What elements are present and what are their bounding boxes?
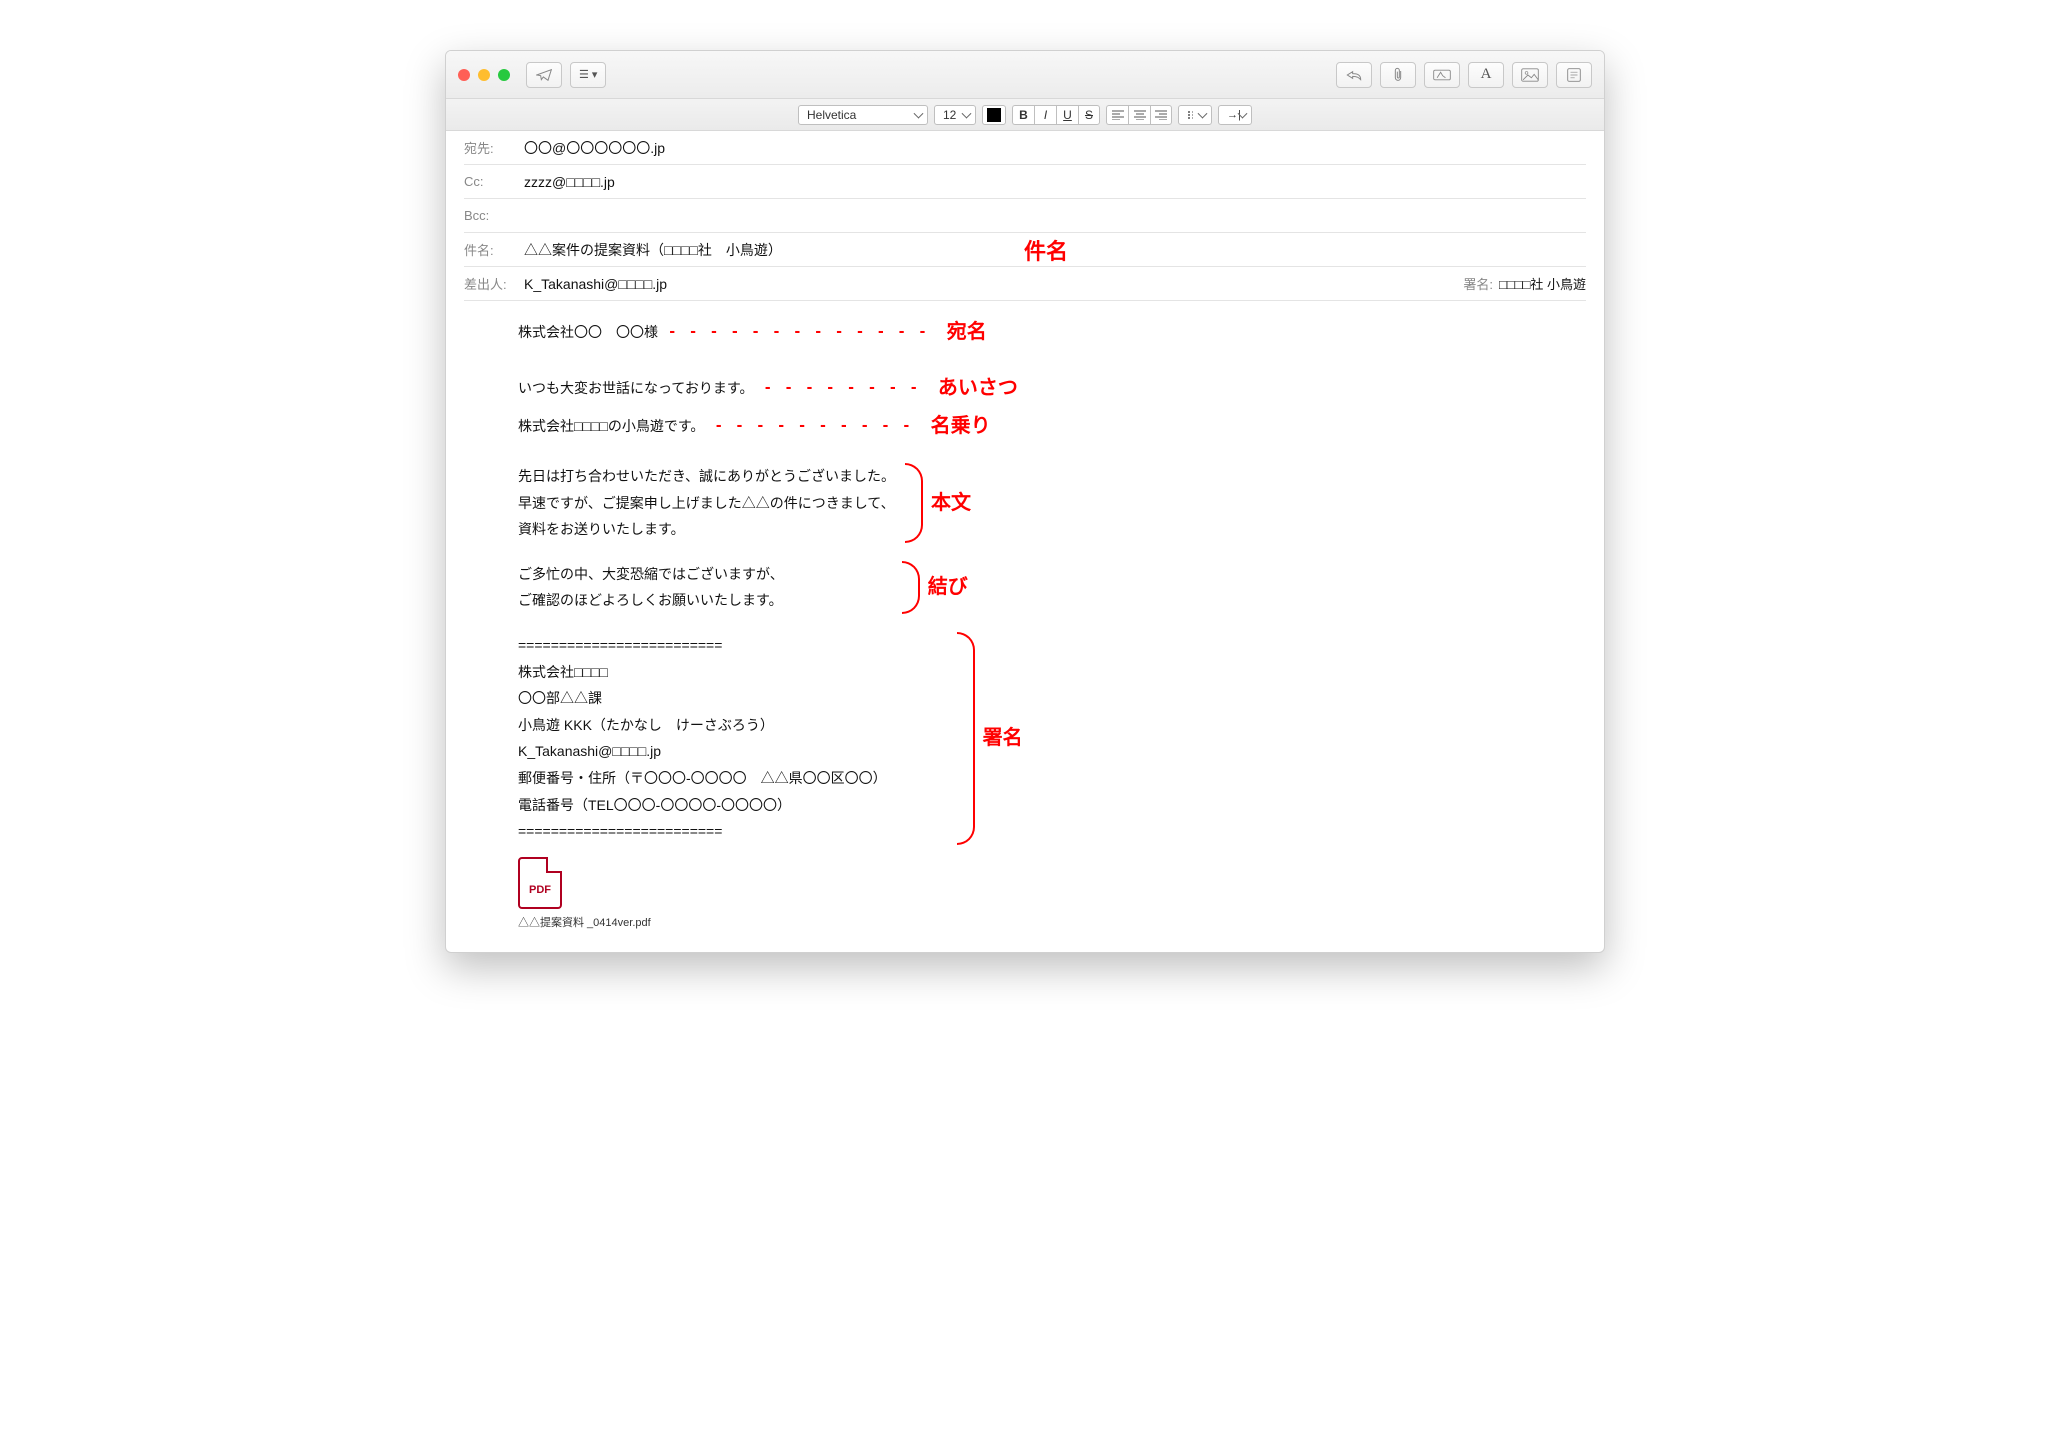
format-toolbar: Helvetica 12 B I U S →| [446, 99, 1604, 131]
underline-button[interactable]: U [1056, 105, 1078, 125]
pdf-badge: PDF [529, 880, 551, 901]
text-color-button[interactable] [982, 105, 1006, 125]
annotation-dash-icon: - - - - - - - - [763, 375, 919, 402]
photo-browser-button[interactable] [1512, 62, 1548, 88]
list-style-select[interactable] [1178, 105, 1212, 125]
format-button[interactable]: A [1468, 62, 1504, 88]
minimize-window-button[interactable] [478, 69, 490, 81]
attachment-filename: △△提案資料 _0414ver.pdf [518, 913, 1586, 934]
font-family-value: Helvetica [807, 108, 856, 122]
align-right-button[interactable] [1150, 105, 1172, 125]
body-self-intro: 株式会社□□□□の小鳥遊です。 [518, 413, 704, 440]
sig-address: 郵便番号・住所（〒〇〇〇-〇〇〇〇 △△県〇〇区〇〇） [518, 765, 887, 792]
body-greeting: いつも大変お世話になっております。 [518, 375, 753, 402]
body-main-1: 先日は打ち合わせいただき、誠にありがとうございました。 [518, 463, 895, 490]
annotation-greeting: あいさつ [938, 369, 1018, 407]
align-center-button[interactable] [1128, 105, 1150, 125]
signature-selector[interactable]: 署名: □□□□社 小鳥遊 [1463, 274, 1586, 293]
text-style-group: B I U S [1012, 105, 1100, 125]
body-main-3: 資料をお送りいたします。 [518, 516, 685, 543]
body-main-2: 早速ですが、ご提案申し上げました△△の件につきまして、 [518, 490, 895, 517]
to-field[interactable]: 〇〇@〇〇〇〇〇〇.jp [524, 132, 1586, 164]
traffic-lights [458, 69, 510, 81]
titlebar: ☰ ▾ A [446, 51, 1604, 99]
annotation-dash-icon: - - - - - - - - - - [714, 413, 912, 440]
signature-value: □□□□社 小鳥遊 [1499, 274, 1586, 293]
sig-email: K_Takanashi@□□□□.jp [518, 738, 661, 765]
message-body[interactable]: 株式会社〇〇 〇〇様 - - - - - - - - - - - - - 宛名 … [446, 301, 1604, 952]
cc-label: Cc: [464, 174, 524, 189]
sig-sep-top: ========================= [518, 632, 722, 659]
header-menu-button[interactable]: ☰ ▾ [570, 62, 606, 88]
annotation-dash-icon: - - - - - - - - - - - - - [668, 319, 929, 346]
to-label: 宛先: [464, 138, 524, 157]
bracket-icon [957, 632, 975, 845]
bold-button[interactable]: B [1012, 105, 1034, 125]
reply-button[interactable] [1336, 62, 1372, 88]
align-left-button[interactable] [1106, 105, 1128, 125]
from-label: 差出人: [464, 274, 524, 293]
align-group [1106, 105, 1172, 125]
annotation-self-intro: 名乗り [931, 407, 991, 445]
annotation-closing: 結び [928, 568, 968, 606]
bcc-label: Bcc: [464, 208, 524, 223]
attachment[interactable]: PDF △△提案資料 _0414ver.pdf [518, 857, 1586, 934]
from-row: 差出人: K_Takanashi@□□□□.jp 署名: □□□□社 小鳥遊 [464, 267, 1586, 301]
subject-label: 件名: [464, 240, 524, 259]
sig-name: 小鳥遊 KKK（たかなし けーさぶろう） [518, 712, 774, 739]
header-fields: 宛先: 〇〇@〇〇〇〇〇〇.jp Cc: zzzz@□□□□.jp Bcc: 件… [446, 131, 1604, 301]
body-closing-1: ご多忙の中、大変恐縮ではございますが、 [518, 561, 784, 588]
body-addressee: 株式会社〇〇 〇〇様 [518, 319, 658, 346]
sig-sep-bottom: ========================= [518, 818, 722, 845]
annotation-addressee: 宛名 [947, 313, 987, 351]
sig-tel: 電話番号（TEL〇〇〇-〇〇〇〇-〇〇〇〇） [518, 792, 791, 819]
bcc-field[interactable] [524, 210, 1586, 222]
close-window-button[interactable] [458, 69, 470, 81]
send-button[interactable] [526, 62, 562, 88]
annotation-signature: 署名 [983, 719, 1023, 757]
pdf-file-icon: PDF [518, 857, 562, 909]
subject-row: 件名: △△案件の提案資料（□□□□社 小鳥遊） 件名 [464, 233, 1586, 267]
indent-select[interactable]: →| [1218, 105, 1252, 125]
cc-row: Cc: zzzz@□□□□.jp [464, 165, 1586, 199]
to-row: 宛先: 〇〇@〇〇〇〇〇〇.jp [464, 131, 1586, 165]
color-swatch-icon [987, 108, 1001, 122]
font-size-select[interactable]: 12 [934, 105, 976, 125]
italic-button[interactable]: I [1034, 105, 1056, 125]
emoji-button[interactable] [1556, 62, 1592, 88]
sig-dept: 〇〇部△△課 [518, 685, 602, 712]
annotation-subject: 件名 [1024, 234, 1068, 266]
cc-field[interactable]: zzzz@□□□□.jp [524, 168, 1586, 196]
compose-window: ☰ ▾ A Helvetica 12 B I U S [445, 50, 1605, 953]
sig-company: 株式会社□□□□ [518, 659, 608, 686]
markup-button[interactable] [1424, 62, 1460, 88]
zoom-window-button[interactable] [498, 69, 510, 81]
attach-button[interactable] [1380, 62, 1416, 88]
annotation-body: 本文 [931, 484, 971, 522]
font-family-select[interactable]: Helvetica [798, 105, 928, 125]
from-field[interactable]: K_Takanashi@□□□□.jp [524, 270, 1463, 298]
bcc-row: Bcc: [464, 199, 1586, 233]
signature-label: 署名: [1463, 274, 1493, 293]
body-closing-2: ご確認のほどよろしくお願いいたします。 [518, 587, 783, 614]
bracket-icon [902, 561, 920, 614]
strike-button[interactable]: S [1078, 105, 1100, 125]
font-size-value: 12 [943, 108, 956, 122]
bracket-icon [905, 463, 923, 543]
